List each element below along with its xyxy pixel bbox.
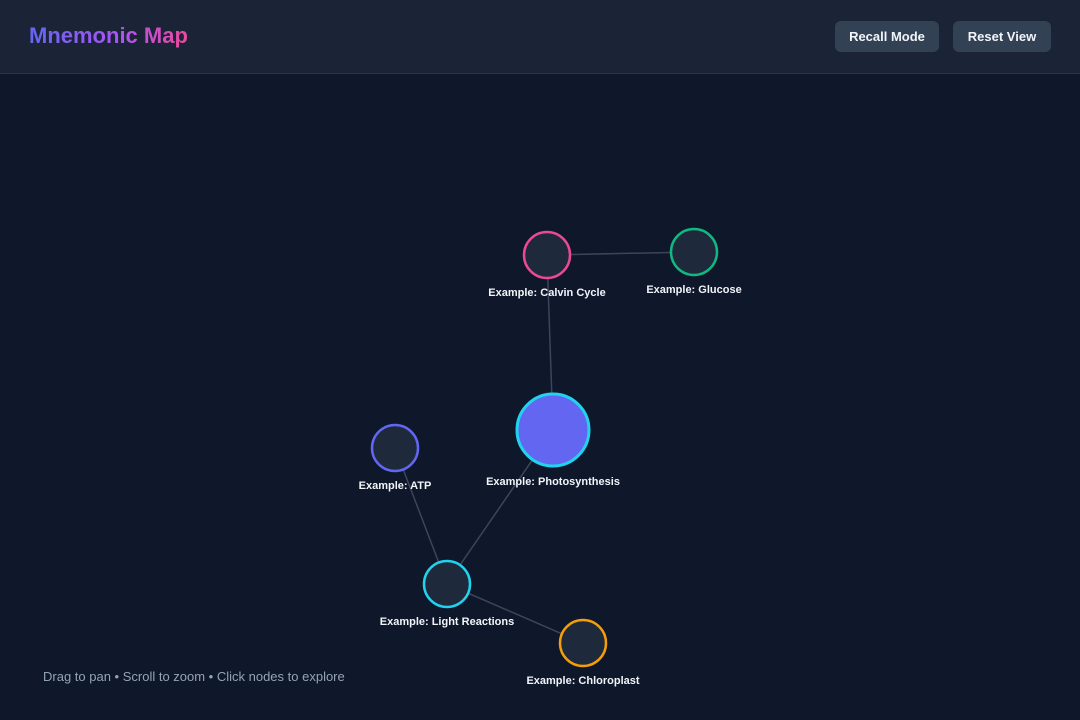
node-atp[interactable]: Example: ATP [359, 423, 432, 492]
node-chloroplast[interactable]: Example: Chloroplast [526, 618, 640, 687]
node-label-calvin-cycle: Example: Calvin Cycle [488, 287, 605, 299]
graph-canvas[interactable]: Example: Photosynthesis Example: Calvin C… [0, 75, 1080, 720]
node-label-glucose: Example: Glucose [646, 284, 741, 296]
node-circle-glucose[interactable] [669, 227, 719, 277]
node-circle-calvin-cycle[interactable] [522, 230, 572, 280]
nodes-layer: Example: Photosynthesis Example: Calvin C… [359, 227, 742, 687]
node-circle-atp[interactable] [370, 423, 420, 473]
interaction-hint: Drag to pan • Scroll to zoom • Click nod… [43, 669, 345, 684]
node-circle-chloroplast[interactable] [558, 618, 608, 668]
app-title: Mnemonic Map [29, 23, 188, 48]
mnemonic-map-app: Mnemonic Map Recall Mode Reset View Exam… [0, 0, 1080, 720]
node-light-reactions[interactable]: Example: Light Reactions [380, 559, 514, 628]
node-label-photosynthesis: Example: Photosynthesis [486, 476, 620, 488]
node-photosynthesis[interactable]: Example: Photosynthesis [486, 392, 620, 488]
node-circle-light-reactions[interactable] [422, 559, 472, 609]
reset-view-button[interactable]: Reset View [953, 21, 1051, 52]
top-header: Mnemonic Map Recall Mode Reset View [0, 0, 1080, 74]
node-label-light-reactions: Example: Light Reactions [380, 616, 514, 628]
graph-svg[interactable]: Example: Photosynthesis Example: Calvin C… [0, 75, 1080, 720]
recall-mode-button[interactable]: Recall Mode [835, 21, 939, 52]
node-calvin-cycle[interactable]: Example: Calvin Cycle [488, 230, 606, 299]
node-label-atp: Example: ATP [359, 480, 432, 492]
node-label-chloroplast: Example: Chloroplast [526, 675, 639, 687]
node-circle-photosynthesis[interactable] [515, 392, 591, 468]
node-glucose[interactable]: Example: Glucose [646, 227, 742, 296]
